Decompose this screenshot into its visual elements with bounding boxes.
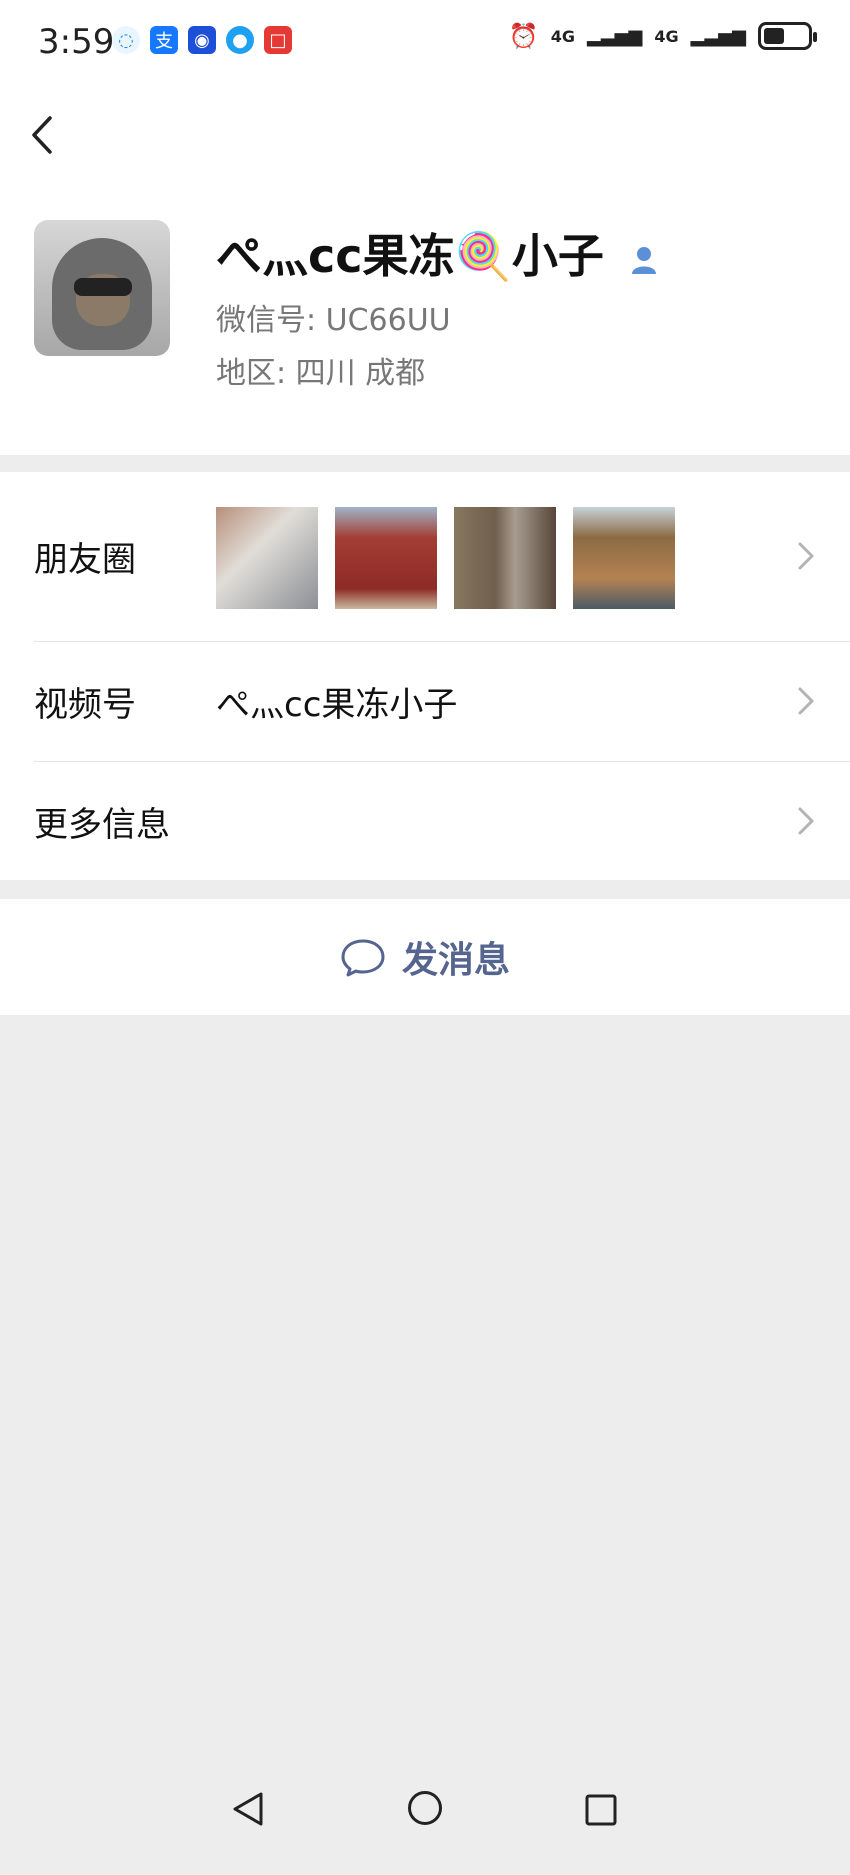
nav-back-icon[interactable] (230, 1789, 266, 1829)
channels-row[interactable]: 视频号 ぺ灬cc果冻小子 (0, 642, 850, 760)
system-navbar (0, 1747, 850, 1875)
status-right: ⏰ 4G ▂▃▅▆ 4G ▂▃▅▆ (508, 22, 817, 50)
nav-home-icon[interactable] (406, 1789, 444, 1827)
signal-icon: ▂▃▅▆ (690, 25, 746, 47)
moments-thumb (216, 507, 318, 609)
profile-name-part1: ぺ灬cc果冻 (216, 229, 455, 283)
red-app-icon: □ (264, 26, 292, 54)
moments-thumbnails (216, 507, 675, 609)
battery-icon (758, 22, 817, 50)
globe-icon: ● (226, 26, 254, 54)
status-time: 3:59 (38, 22, 115, 62)
bubble-icon: ◌ (112, 26, 140, 54)
send-message-section: 发消息 (0, 899, 850, 1015)
back-icon[interactable] (22, 110, 62, 160)
avatar[interactable] (34, 220, 170, 356)
profile-header: ぺ灬cc果冻🍭小子 微信号: UC66UU 地区: 四川 成都 (0, 90, 850, 455)
alipay-icon: 支 (150, 26, 178, 54)
alarm-icon: ⏰ (508, 22, 539, 50)
moments-thumb (335, 507, 437, 609)
moments-row[interactable]: 朋友圈 (0, 472, 850, 640)
signal-icon: ▂▃▅▆ (586, 25, 643, 47)
send-message-button[interactable]: 发消息 (340, 931, 510, 983)
profile-name: ぺ灬cc果冻🍭小子 (216, 220, 658, 286)
more-info-row[interactable]: 更多信息 (0, 762, 850, 880)
network-4g-1: 4G (550, 26, 575, 46)
lollipop-emoji: 🍭 (454, 229, 512, 283)
chevron-right-icon (798, 687, 814, 715)
moments-thumb (454, 507, 556, 609)
channels-label: 视频号 (34, 684, 136, 725)
person-badge-icon (631, 246, 656, 274)
profile-name-part2: 小子 (511, 229, 604, 283)
chevron-right-icon (798, 542, 814, 570)
network-4g-2: 4G (654, 26, 679, 46)
status-bar: 3:59 ◌ 支 ◉ ● □ ⏰ 4G ▂▃▅▆ 4G ▂▃▅▆ (0, 0, 850, 90)
nav-recent-apps-icon[interactable] (584, 1793, 618, 1827)
region: 地区: 四川 成都 (216, 356, 426, 391)
chevron-right-icon (798, 807, 814, 835)
chat-bubble-icon (341, 939, 385, 977)
send-message-label: 发消息 (401, 940, 510, 981)
more-info-label: 更多信息 (34, 804, 170, 845)
notification-icons: ◌ 支 ◉ ● □ (112, 26, 292, 54)
moments-thumb (573, 507, 675, 609)
info-section: 朋友圈 视频号 ぺ灬cc果冻小子 更多信息 (0, 472, 850, 880)
moments-label: 朋友圈 (34, 539, 136, 580)
lightbulb-icon: ◉ (188, 26, 216, 54)
wechat-id: 微信号: UC66UU (216, 303, 451, 338)
channels-value: ぺ灬cc果冻小子 (216, 684, 458, 725)
